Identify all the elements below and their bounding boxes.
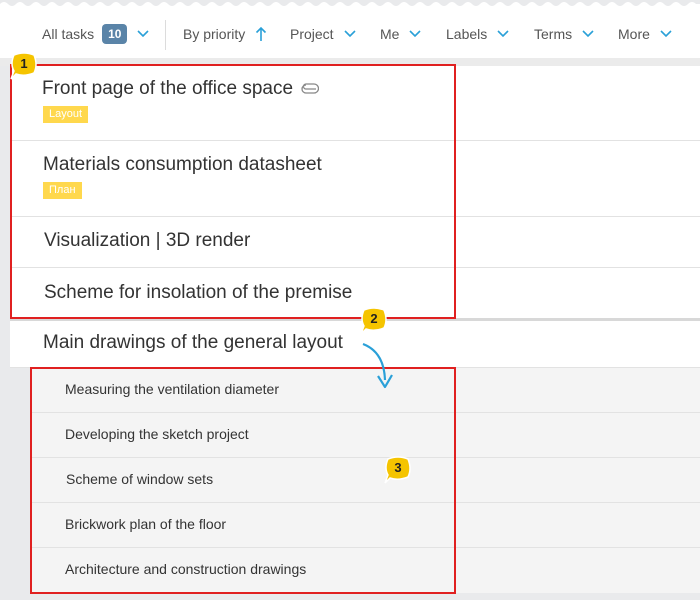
task-row[interactable]: Scheme for insolation of the premise xyxy=(10,268,700,318)
curved-arrow-icon xyxy=(362,342,393,389)
task-title[interactable]: Visualization | 3D render xyxy=(44,230,250,252)
subtask-title: Architecture and construction drawings xyxy=(65,561,307,577)
more-filter[interactable]: More xyxy=(618,10,672,58)
task-label-tag: План xyxy=(43,182,82,199)
terms-filter[interactable]: Terms xyxy=(534,10,594,58)
subtask-row[interactable]: Brickwork plan of the floor xyxy=(30,503,700,548)
task-label-tag: Layout xyxy=(43,106,89,123)
subtask-title: Developing the sketch project xyxy=(65,426,249,442)
callout-marker: 1 xyxy=(10,52,38,80)
callout-marker: 3 xyxy=(384,456,412,484)
by-priority-label: By priority xyxy=(183,26,246,42)
all-tasks-filter[interactable]: All tasks 10 xyxy=(42,10,150,58)
task-title[interactable]: Front page of the office space xyxy=(42,78,293,100)
arrow-up-icon xyxy=(255,26,267,42)
task-row[interactable]: Visualization | 3D render xyxy=(10,217,700,268)
task-title[interactable]: Scheme for insolation of the premise xyxy=(44,282,352,304)
task-title-row: Scheme for insolation of the premise xyxy=(44,282,352,304)
task-count-badge: 10 xyxy=(102,24,128,44)
subtask-row[interactable]: Architecture and construction drawings xyxy=(30,548,700,593)
callout-number: 3 xyxy=(394,460,402,475)
filter-toolbar: All tasks 10 By priority Project Me Labe… xyxy=(0,10,700,58)
me-filter[interactable]: Me xyxy=(380,10,422,58)
chevron-down-icon xyxy=(344,30,356,38)
labels-filter[interactable]: Labels xyxy=(446,10,509,58)
callout-marker: 2 xyxy=(360,307,388,335)
chevron-down-icon xyxy=(409,30,422,38)
callout-number: 1 xyxy=(20,56,28,71)
subtask-row[interactable]: Scheme of window sets xyxy=(30,458,700,503)
task-title[interactable]: Materials consumption datasheet xyxy=(43,154,322,176)
paperclip-icon xyxy=(301,83,320,95)
parent-task-title-row: Main drawings of the general layout xyxy=(43,332,343,354)
torn-edge xyxy=(0,2,700,10)
subtask-title: Brickwork plan of the floor xyxy=(65,516,227,532)
chevron-down-icon xyxy=(660,30,672,38)
project-label: Project xyxy=(290,26,334,42)
terms-label: Terms xyxy=(534,26,573,42)
sort-by-priority[interactable]: By priority xyxy=(183,10,267,58)
parent-task-row[interactable]: Main drawings of the general layout xyxy=(10,321,700,368)
task-row[interactable]: Materials consumption datasheet План xyxy=(10,141,700,217)
subtask-list: Measuring the ventilation diameter Devel… xyxy=(30,368,700,593)
task-row[interactable]: Front page of the office space Layout xyxy=(10,66,700,141)
subtask-row[interactable]: Developing the sketch project xyxy=(30,413,700,458)
task-title-row: Visualization | 3D render xyxy=(44,230,250,252)
more-label: More xyxy=(618,26,650,42)
parent-task-title[interactable]: Main drawings of the general layout xyxy=(43,332,343,354)
task-title-row: Front page of the office space xyxy=(42,78,320,100)
chevron-down-icon xyxy=(582,30,594,38)
chevron-down-icon xyxy=(497,30,509,38)
me-label: Me xyxy=(380,26,400,42)
chevron-down-icon xyxy=(137,30,150,38)
labels-label: Labels xyxy=(446,26,488,42)
project-filter[interactable]: Project xyxy=(290,10,356,58)
subtask-title: Scheme of window sets xyxy=(66,471,214,487)
toolbar-divider xyxy=(165,20,166,50)
subtask-title: Measuring the ventilation diameter xyxy=(65,381,280,397)
callout-number: 2 xyxy=(370,311,378,326)
task-list: Front page of the office space Layout Ma… xyxy=(10,66,700,318)
task-title-row: Materials consumption datasheet xyxy=(43,154,322,176)
toolbar-separator xyxy=(0,58,700,66)
all-tasks-label: All tasks xyxy=(42,26,95,42)
